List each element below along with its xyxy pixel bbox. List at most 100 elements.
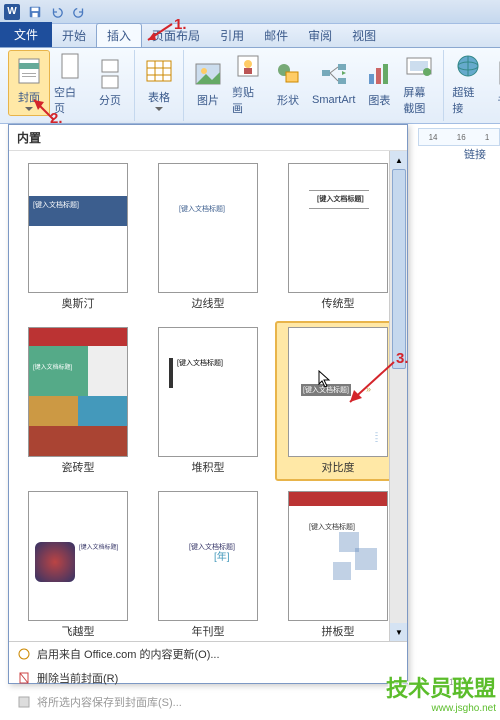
tab-home[interactable]: 开始 <box>52 24 96 47</box>
table-button[interactable]: 表格 <box>139 50 179 116</box>
chart-button[interactable]: 图表 <box>359 50 399 116</box>
thumb-placeholder: [键入文档标题] <box>33 362 72 371</box>
page-break-button[interactable]: 分页 <box>90 50 130 116</box>
scroll-down-icon[interactable]: ▼ <box>390 623 407 641</box>
thumb-placeholder: [键入文档标题] <box>79 542 118 551</box>
gallery-item-austin[interactable]: [键入文档标题] 奥斯汀 <box>15 157 141 317</box>
gallery-item-label: 年刊型 <box>192 623 225 639</box>
gallery-item-fly[interactable]: [键入文档标题] 飞越型 <box>15 485 141 641</box>
screenshot-icon <box>403 50 435 82</box>
tab-view[interactable]: 视图 <box>342 24 386 47</box>
chevron-down-icon <box>155 107 163 111</box>
dots-decoration: :::::: <box>375 432 377 444</box>
thumb-year: [年] <box>214 548 230 563</box>
gallery-item-puzzle[interactable]: [键入文档标题] 拼板型 <box>275 485 401 641</box>
callout-2: 2. <box>50 110 63 127</box>
ribbon-group-illustrations: 图片 剪贴画 形状 SmartArt 图表 屏幕截图 <box>184 50 444 121</box>
hyperlink-label: 超链接 <box>452 84 484 116</box>
ruler: 14 16 1 <box>418 128 500 146</box>
chart-label: 图表 <box>368 92 390 108</box>
bookmark-icon <box>492 58 500 90</box>
links-group-label: 链接 <box>464 146 486 162</box>
tab-mailings[interactable]: 邮件 <box>254 24 298 47</box>
gallery-footer: 启用来自 Office.com 的内容更新(O)... 删除当前封面(R) 将所… <box>9 641 407 714</box>
clipart-label: 剪贴画 <box>232 84 264 116</box>
ribbon-tabs: 文件 开始 插入 页面布局 引用 邮件 审阅 视图 <box>0 24 500 48</box>
scroll-up-icon[interactable]: ▲ <box>390 151 407 169</box>
gallery-section-header: 内置 <box>9 125 407 151</box>
gallery-item-label: 瓷砖型 <box>62 459 95 475</box>
picture-icon <box>192 58 224 90</box>
save-selection-icon <box>17 695 31 709</box>
gallery-item-label: 对比度 <box>322 459 355 475</box>
tab-review[interactable]: 审阅 <box>298 24 342 47</box>
smartart-label: SmartArt <box>312 94 355 106</box>
screenshot-label: 屏幕截图 <box>403 84 435 116</box>
picture-button[interactable]: 图片 <box>188 50 228 116</box>
thumb-placeholder: [键入文档标题] <box>309 522 355 532</box>
word-app-icon: W <box>4 4 20 20</box>
chart-icon <box>363 58 395 90</box>
menu-label: 将所选内容保存到封面库(S)... <box>37 694 182 710</box>
ribbon-group-tables: 表格 <box>135 50 184 121</box>
arrow-1-icon <box>144 22 174 46</box>
gallery-item-stack[interactable]: [键入文档标题] 堆积型 <box>145 321 271 481</box>
tab-file[interactable]: 文件 <box>0 22 52 47</box>
watermark-url: www.jsgho.net <box>386 703 496 714</box>
clipart-icon <box>232 50 264 82</box>
smartart-icon <box>318 60 350 92</box>
gallery-item-border[interactable]: [键入文档标题] 边线型 <box>145 157 271 317</box>
thumb-placeholder: [键入文档标题] <box>33 200 79 210</box>
ruler-mark: 1 <box>485 133 489 142</box>
menu-label: 删除当前封面(R) <box>37 670 118 686</box>
smartart-button[interactable]: SmartArt <box>308 50 359 116</box>
callout-1: 1. <box>174 16 187 33</box>
globe-icon <box>17 647 31 661</box>
table-label: 表格 <box>148 89 170 105</box>
blank-page-icon <box>54 50 86 82</box>
thumb-placeholder: [键入文档标题] <box>317 194 364 204</box>
undo-icon[interactable] <box>48 3 66 21</box>
gallery-item-label: 奥斯汀 <box>62 295 95 311</box>
gallery-item-label: 飞越型 <box>62 623 95 639</box>
gallery-item-year[interactable]: [键入文档标题][年] 年刊型 <box>145 485 271 641</box>
hyperlink-button[interactable]: 超链接 <box>448 50 488 116</box>
delete-icon <box>17 671 31 685</box>
table-icon <box>143 55 175 87</box>
ruler-mark: 16 <box>457 133 466 142</box>
title-bar: W <box>0 0 500 24</box>
shapes-button[interactable]: 形状 <box>268 50 308 116</box>
ribbon-group-pages: 封面 空白页 分页 <box>4 50 135 121</box>
ruler-mark: 14 <box>429 133 438 142</box>
menu-office-updates[interactable]: 启用来自 Office.com 的内容更新(O)... <box>9 642 407 666</box>
gallery-item-label: 边线型 <box>192 295 225 311</box>
save-icon[interactable] <box>26 3 44 21</box>
clipart-button[interactable]: 剪贴画 <box>228 50 268 116</box>
tab-insert[interactable]: 插入 <box>96 23 142 47</box>
bookmark-button[interactable]: 书签 <box>488 50 500 116</box>
ribbon: 封面 空白页 分页 表格 图片 剪贴画 形状 SmartArt 图表 <box>0 48 500 124</box>
menu-label: 启用来自 Office.com 的内容更新(O)... <box>37 646 220 662</box>
scrollbar-thumb[interactable] <box>392 169 406 369</box>
page-break-icon <box>94 58 126 90</box>
redo-icon[interactable] <box>70 3 88 21</box>
watermark-text: 技术员联盟 <box>386 671 496 703</box>
arrow-3-icon <box>344 358 398 408</box>
hyperlink-icon <box>452 50 484 82</box>
gallery-item-label: 堆积型 <box>192 459 225 475</box>
screenshot-button[interactable]: 屏幕截图 <box>399 50 439 116</box>
gallery-item-tile[interactable]: [键入文档标题] 瓷砖型 <box>15 321 141 481</box>
menu-save-to-gallery[interactable]: 将所选内容保存到封面库(S)... <box>9 690 407 714</box>
thumb-placeholder: [键入文档标题] <box>177 358 223 368</box>
gallery-item-label: 拼板型 <box>322 623 355 639</box>
gallery-item-traditional[interactable]: [键入文档标题] 传统型 <box>275 157 401 317</box>
shapes-icon <box>272 58 304 90</box>
page-break-label: 分页 <box>99 92 121 108</box>
picture-label: 图片 <box>197 92 219 108</box>
gallery-item-label: 传统型 <box>322 295 355 311</box>
tab-references[interactable]: 引用 <box>210 24 254 47</box>
cover-page-icon <box>13 55 45 87</box>
menu-remove-cover[interactable]: 删除当前封面(R) <box>9 666 407 690</box>
quick-access-toolbar <box>26 3 88 21</box>
mouse-cursor-icon <box>318 370 332 388</box>
